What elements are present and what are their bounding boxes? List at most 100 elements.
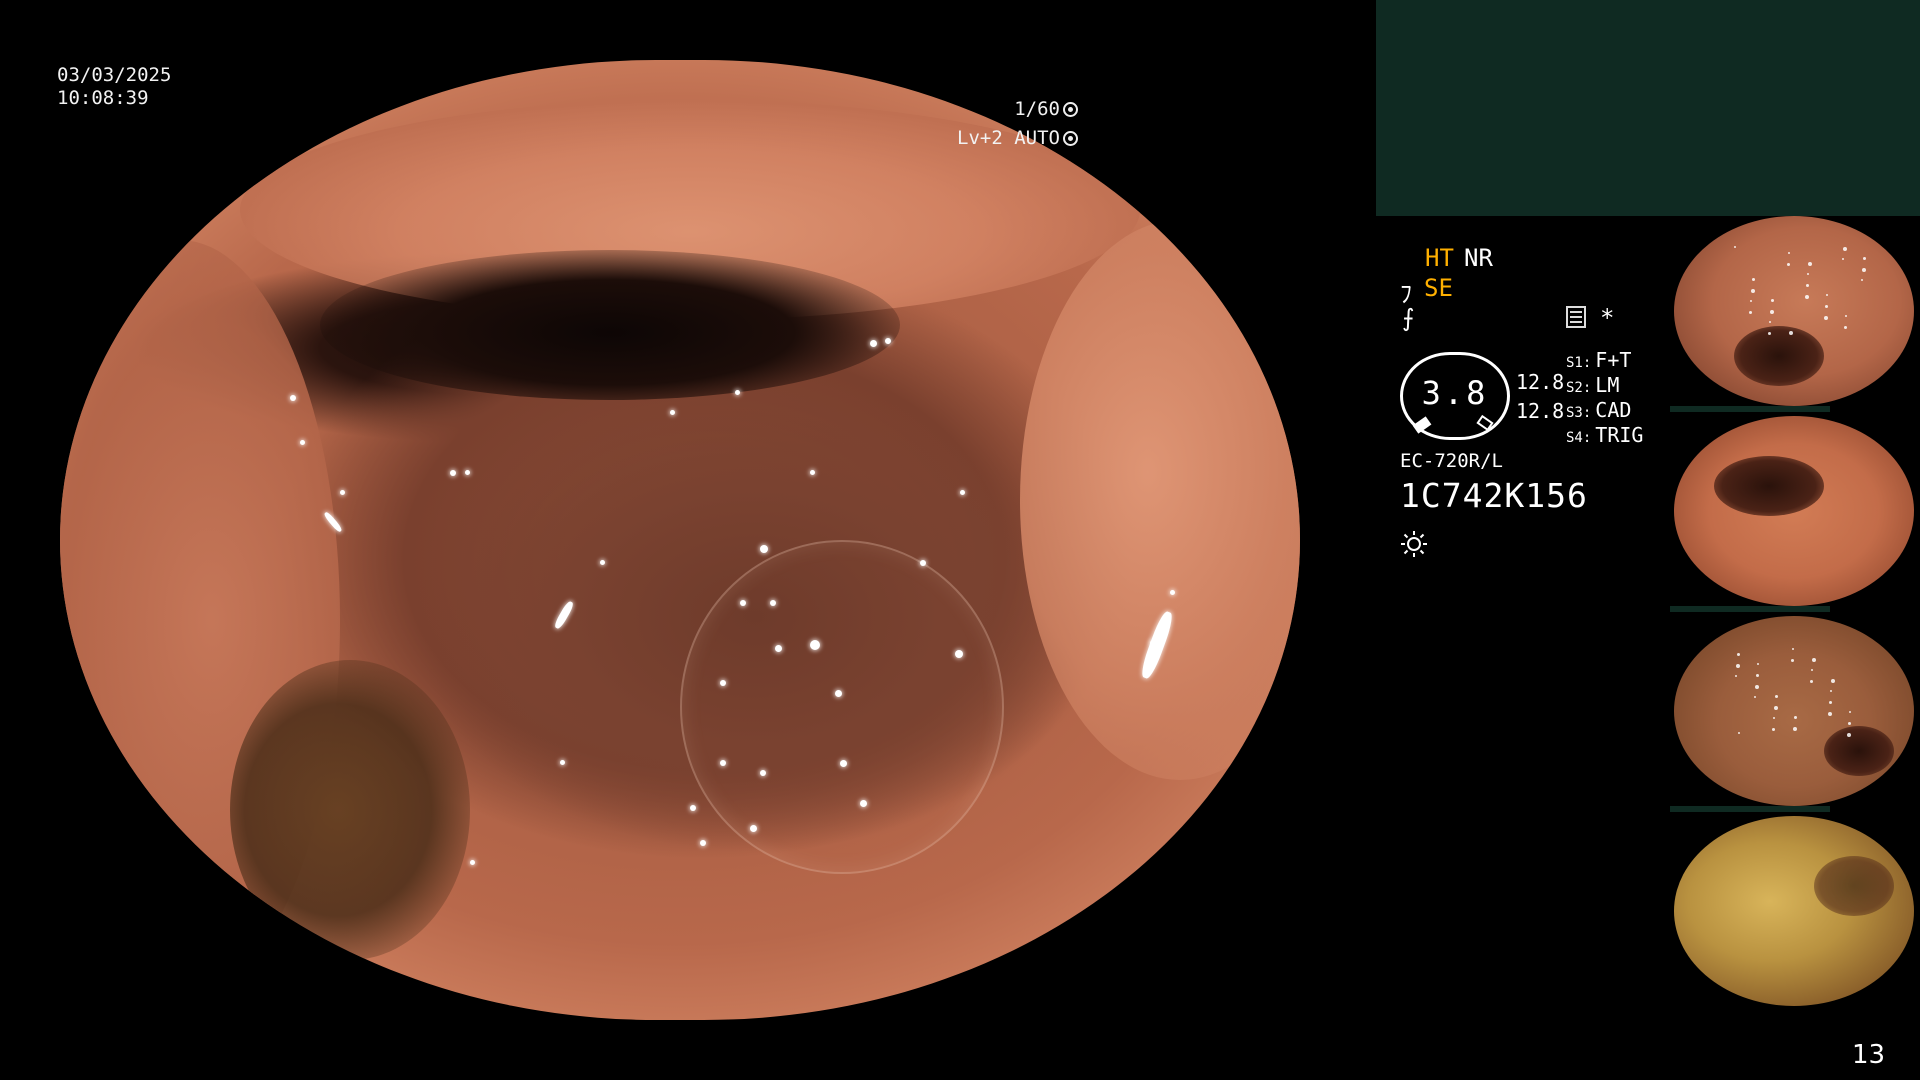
mode-nr-label: NR	[1464, 244, 1493, 272]
thumb-highlight	[1752, 278, 1755, 281]
specular-highlight	[720, 680, 726, 686]
thumb-highlight	[1828, 712, 1832, 716]
specular-highlight	[885, 338, 891, 344]
shutter-readout: 1/60	[1014, 98, 1078, 121]
specular-highlight	[600, 560, 605, 565]
slot-label: CAD	[1595, 398, 1632, 422]
scope-model: EC-720R/L	[1400, 450, 1503, 472]
slot-key: S3:	[1566, 405, 1592, 421]
edge-enhance-icon: ⨍	[1402, 304, 1415, 332]
specular-highlight	[290, 395, 296, 401]
thumb-highlight	[1737, 653, 1740, 656]
thumb-highlight	[1825, 305, 1828, 308]
thumb-highlight	[1807, 273, 1809, 275]
thumb-highlight	[1792, 648, 1794, 650]
thumb-highlight	[1756, 674, 1759, 677]
level-text: Lv+2	[957, 127, 1003, 149]
mode-se-label: SE	[1424, 274, 1453, 302]
thumb-highlight	[1736, 664, 1740, 668]
thumb-lumen	[1734, 326, 1824, 386]
switch-slot-4: S4: TRIG	[1566, 423, 1643, 447]
thumb-highlight	[1788, 252, 1790, 254]
thumbnail-divider	[1670, 606, 1830, 612]
thumb-highlight	[1754, 696, 1756, 698]
capture-thumbnail-1[interactable]	[1674, 216, 1914, 406]
capture-thumbnail-2[interactable]	[1674, 416, 1914, 606]
value-readout-2: 12.8	[1516, 399, 1565, 423]
thumb-highlight	[1844, 326, 1847, 329]
specular-highlight	[700, 840, 706, 846]
thumb-highlight	[1808, 262, 1812, 266]
thumbnail-divider	[1670, 806, 1830, 812]
specular-highlight	[1140, 870, 1145, 875]
thumb-highlight	[1848, 722, 1851, 725]
shutter-text: 1/60	[1014, 98, 1060, 120]
specular-highlight	[560, 760, 565, 765]
thumb-highlight	[1770, 310, 1774, 314]
thumb-highlight	[1845, 315, 1847, 317]
thumb-highlight	[1768, 332, 1771, 335]
thumb-highlight	[1751, 289, 1755, 293]
page-number: 13	[1852, 1040, 1886, 1070]
thumb-highlight	[1830, 690, 1832, 692]
specular-highlight	[735, 390, 740, 395]
thumb-highlight	[1734, 246, 1736, 248]
thumb-highlight	[1824, 316, 1828, 320]
thumb-highlight	[1755, 685, 1759, 689]
thumb-highlight	[1863, 257, 1866, 260]
specular-highlight	[720, 760, 726, 766]
thumb-lumen	[1714, 456, 1824, 516]
thumb-highlight	[1793, 727, 1797, 731]
lumen-opening	[320, 250, 900, 400]
thumb-highlight	[1771, 299, 1774, 302]
specular-highlight	[775, 645, 782, 652]
thumb-highlight	[1849, 711, 1851, 713]
bubble-cluster	[680, 540, 1004, 874]
thumb-highlight	[1861, 279, 1863, 281]
slot-key: S1:	[1566, 355, 1592, 371]
iris-icon	[1063, 131, 1078, 146]
specular-highlight	[760, 770, 766, 776]
level-iris-readout: Lv+2 AUTO	[957, 127, 1078, 150]
specular-highlight	[810, 640, 820, 650]
shutter-icon	[1063, 102, 1078, 117]
thumb-highlight	[1811, 669, 1813, 671]
iris-text: AUTO	[1014, 127, 1060, 149]
specular-highlight	[770, 600, 776, 606]
slot-label: TRIG	[1595, 423, 1644, 447]
thumb-highlight	[1806, 284, 1809, 287]
thumbnail-divider	[1670, 406, 1830, 412]
specular-highlight	[955, 650, 963, 658]
menu-icon	[1566, 306, 1586, 328]
thumb-highlight	[1847, 733, 1851, 737]
mode-ht-label: HT	[1425, 244, 1454, 272]
thumb-highlight	[1805, 295, 1809, 299]
specular-highlight	[960, 490, 965, 495]
switch-slot-1: S1: F+T	[1566, 348, 1631, 372]
thumb-highlight	[1843, 247, 1847, 251]
thumb-highlight	[1773, 717, 1775, 719]
thumb-lumen	[1814, 856, 1894, 916]
scope-serial: 1C742K156	[1400, 476, 1588, 515]
specular-highlight	[840, 760, 847, 767]
specular-highlight	[450, 470, 456, 476]
thumb-lumen	[1824, 726, 1894, 776]
date-time-readout: 03/03/2025 10:08:39	[57, 64, 171, 110]
thumb-highlight	[1862, 268, 1866, 272]
capture-thumbnail-4[interactable]	[1674, 816, 1914, 1006]
capture-thumbnail-3[interactable]	[1674, 616, 1914, 806]
thumb-highlight	[1826, 294, 1828, 296]
slot-label: LM	[1595, 373, 1620, 397]
thumb-highlight	[1810, 680, 1813, 683]
specular-highlight	[750, 825, 757, 832]
specular-highlight	[690, 805, 696, 811]
thumb-highlight	[1789, 331, 1793, 335]
slot-label: F+T	[1595, 348, 1632, 372]
date-text: 03/03/2025	[57, 64, 172, 86]
patient-info-panel	[1376, 0, 1920, 216]
thumb-highlight	[1842, 258, 1844, 260]
thumb-highlight	[1757, 663, 1759, 665]
zoom-gauge-value: 3.8	[1421, 374, 1489, 412]
thumb-highlight	[1769, 321, 1771, 323]
specular-highlight	[1170, 590, 1175, 595]
